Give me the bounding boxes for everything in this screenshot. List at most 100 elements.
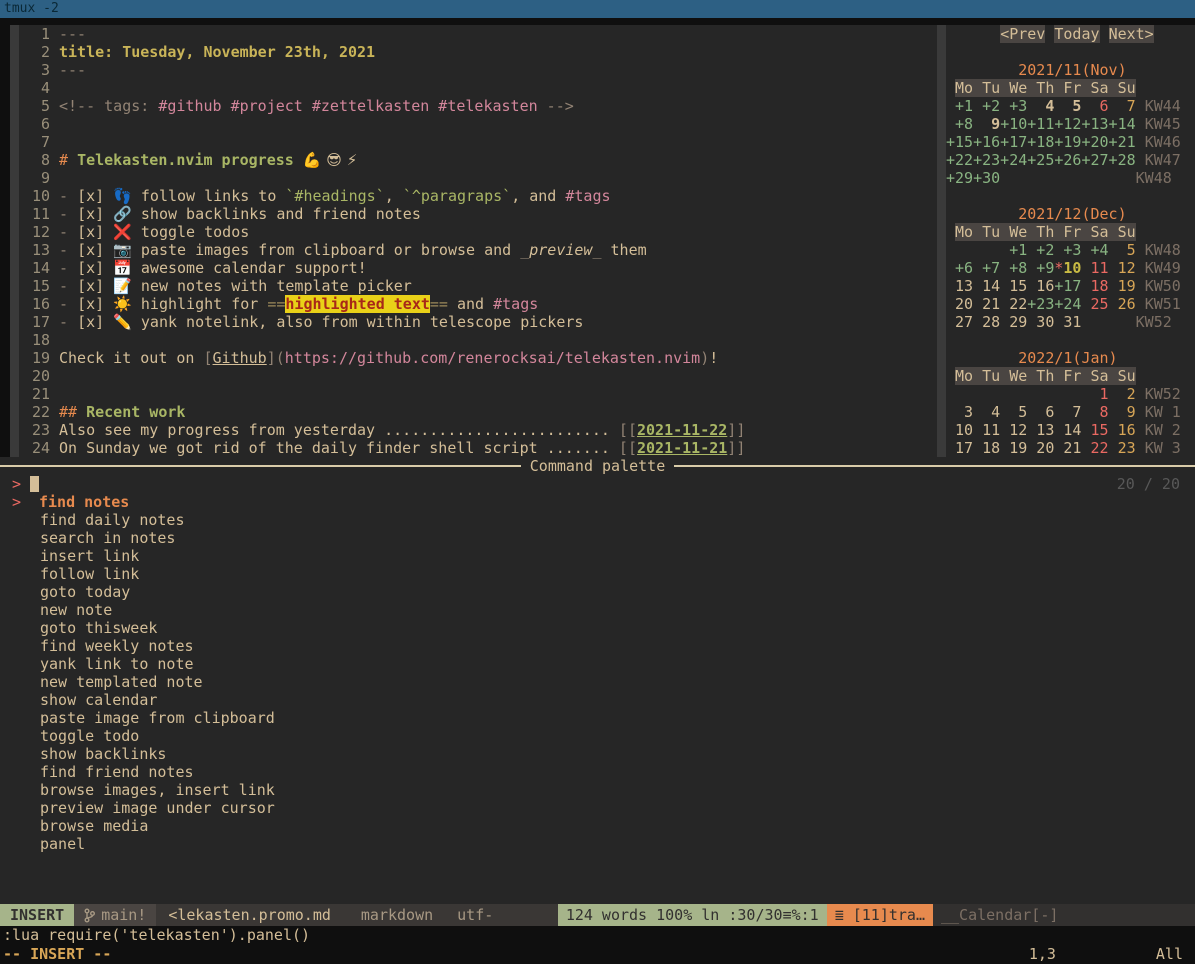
mode-indicator: INSERT bbox=[0, 904, 74, 926]
calendar-week-row[interactable]: +6 +7 +8 +9*10 11 12 KW49 bbox=[946, 259, 1195, 277]
editor-line[interactable]: 1--- bbox=[19, 25, 937, 43]
editor-line[interactable]: 8# Telekasten.nvim progress 💪 😎 ⚡ bbox=[19, 151, 937, 169]
line-number: 8 bbox=[19, 151, 50, 169]
palette-item[interactable]: goto thisweek bbox=[12, 619, 1195, 637]
editor-line[interactable]: 13 - [x] 📷 paste images from clipboard or… bbox=[19, 241, 937, 259]
editor-line[interactable]: 4 bbox=[19, 79, 937, 97]
palette-item[interactable]: goto today bbox=[12, 583, 1195, 601]
calendar-week-row[interactable]: +22+23+24+25+26+27+28 KW47 bbox=[946, 151, 1195, 169]
command-palette-title: Command palette bbox=[530, 457, 665, 475]
palette-item[interactable]: find weekly notes bbox=[12, 637, 1195, 655]
command-line[interactable]: :lua require('telekasten').panel() bbox=[0, 926, 1195, 945]
calendar-week-row[interactable]: 3 4 5 6 7 8 9 KW 1 bbox=[946, 403, 1195, 421]
calendar-week-row[interactable]: 10 11 12 13 14 15 16 KW 2 bbox=[946, 421, 1195, 439]
palette-item[interactable]: show calendar bbox=[12, 691, 1195, 709]
tab-indicator-segment[interactable]: ≣ [11]tra… bbox=[827, 904, 933, 926]
palette-item[interactable]: browse images, insert link bbox=[12, 781, 1195, 799]
line-number: 13 bbox=[19, 241, 50, 259]
palette-item[interactable]: preview image under cursor bbox=[12, 799, 1195, 817]
calendar-sign-column bbox=[937, 25, 946, 457]
editor-line[interactable]: 19Check it out on [Github](https://githu… bbox=[19, 349, 937, 367]
palette-item[interactable]: find daily notes bbox=[12, 511, 1195, 529]
calendar-weekday-header: Mo Tu We Th Fr Sa Su bbox=[946, 367, 1195, 385]
palette-item-list: find daily notessearch in notesinsert li… bbox=[12, 511, 1195, 853]
calendar-week-row[interactable]: 20 21 22+23+24 25 26 KW51 bbox=[946, 295, 1195, 313]
calendar-blank-row bbox=[946, 331, 1195, 349]
calendar-pane[interactable]: <Prev Today Next> 2021/11(Nov) Mo Tu We … bbox=[937, 25, 1195, 457]
today-button[interactable]: Today bbox=[1054, 25, 1099, 43]
cursor-position: 1,3 bbox=[1029, 945, 1056, 964]
palette-item[interactable]: insert link bbox=[12, 547, 1195, 565]
calendar-week-row[interactable]: 27 28 29 30 31 KW52 bbox=[946, 313, 1195, 331]
git-branch-segment: main! bbox=[74, 904, 156, 926]
editor-line[interactable]: 10- [x] 👣 follow links to `#headings`, `… bbox=[19, 187, 937, 205]
palette-item[interactable]: browse media bbox=[12, 817, 1195, 835]
editor-line[interactable]: 24On Sunday we got rid of the daily find… bbox=[19, 439, 937, 457]
editor-line[interactable]: 22## Recent work bbox=[19, 403, 937, 421]
palette-item[interactable]: yank link to note bbox=[12, 655, 1195, 673]
separator-line-right bbox=[674, 465, 1195, 467]
editor-line-text: ## Recent work bbox=[59, 403, 185, 421]
palette-item[interactable]: toggle todo bbox=[12, 727, 1195, 745]
palette-item[interactable]: panel bbox=[12, 835, 1195, 853]
palette-item[interactable]: new note bbox=[12, 601, 1195, 619]
editor-line-text: - [x] 📷 paste images from clipboard or b… bbox=[59, 241, 647, 259]
editor-line[interactable]: 5<!-- tags: #github #project #zettelkast… bbox=[19, 97, 937, 115]
editor-line-text: - [x] ☀️ highlight for ==highlighted tex… bbox=[59, 295, 538, 313]
command-palette[interactable]: > 20 / 20 > find notes find daily notess… bbox=[0, 475, 1195, 904]
editor-line[interactable]: 6 bbox=[19, 115, 937, 133]
palette-item-selected[interactable]: > find notes bbox=[12, 493, 1195, 511]
calendar-week-row[interactable]: 13 14 15 16+17 18 19 KW50 bbox=[946, 277, 1195, 295]
editor-line[interactable]: 11- [x] 🔗 show backlinks and friend note… bbox=[19, 205, 937, 223]
result-counter: 20 / 20 bbox=[1117, 475, 1195, 493]
calendar-week-row[interactable]: +15+16+17+18+19+20+21 KW46 bbox=[946, 133, 1195, 151]
file-name: <lekasten.promo.md bbox=[168, 904, 331, 926]
encoding: utf-8[unix] bbox=[457, 904, 546, 926]
line-number: 2 bbox=[19, 43, 50, 61]
editor-line-text: - [x] ❌ toggle todos bbox=[59, 223, 249, 241]
calendar-week-row[interactable]: +8 9+10+11+12+13+14 KW45 bbox=[946, 115, 1195, 133]
calendar-blank-row bbox=[946, 43, 1195, 61]
calendar-month-title-row: 2021/12(Dec) bbox=[946, 205, 1195, 223]
editor-line[interactable]: 16- [x] ☀️ highlight for ==highlighted t… bbox=[19, 295, 937, 313]
calendar-window-statusline: __Calendar[-] bbox=[933, 904, 1195, 926]
palette-item[interactable]: search in notes bbox=[12, 529, 1195, 547]
palette-item[interactable]: new templated note bbox=[12, 673, 1195, 691]
editor-line[interactable]: 17- [x] ✏️ yank notelink, also from with… bbox=[19, 313, 937, 331]
prompt-caret: > bbox=[12, 475, 21, 493]
editor-line[interactable]: 14- [x] 📅 awesome calendar support! bbox=[19, 259, 937, 277]
statusline: INSERT main! <lekasten.promo.md markdown… bbox=[0, 904, 1195, 926]
editor-line[interactable]: 12- [x] ❌ toggle todos bbox=[19, 223, 937, 241]
bottom-mode-line: -- INSERT -- 1,3 All bbox=[0, 945, 1195, 964]
editor-pane[interactable]: 1---2title: Tuesday, November 23th, 2021… bbox=[10, 25, 937, 457]
next-button[interactable]: Next> bbox=[1109, 25, 1154, 43]
calendar-week-row[interactable]: +1 +2 +3 4 5 6 7 KW44 bbox=[946, 97, 1195, 115]
editor-line[interactable]: 2title: Tuesday, November 23th, 2021 bbox=[19, 43, 937, 61]
editor-line[interactable]: 9 bbox=[19, 169, 937, 187]
calendar-week-row[interactable]: 17 18 19 20 21 22 23 KW 3 bbox=[946, 439, 1195, 457]
palette-item[interactable]: show backlinks bbox=[12, 745, 1195, 763]
prev-button[interactable]: <Prev bbox=[1000, 25, 1045, 43]
calendar-week-row[interactable]: +1 +2 +3 +4 5 KW48 bbox=[946, 241, 1195, 259]
calendar-month-title: 2022/1(Jan) bbox=[1018, 349, 1117, 367]
editor-line[interactable]: 18 bbox=[19, 331, 937, 349]
editor-line[interactable]: 23Also see my progress from yesterday ..… bbox=[19, 421, 937, 439]
palette-item[interactable]: follow link bbox=[12, 565, 1195, 583]
calendar-month-title-row: 2022/1(Jan) bbox=[946, 349, 1195, 367]
editor-line[interactable]: 15- [x] 📝 new notes with template picker bbox=[19, 277, 937, 295]
calendar-week-row[interactable]: +29+30 KW48 bbox=[946, 169, 1195, 187]
line-number: 1 bbox=[19, 25, 50, 43]
editor-line[interactable]: 7 bbox=[19, 133, 937, 151]
palette-prompt-row[interactable]: > 20 / 20 bbox=[12, 475, 1195, 493]
line-number: 21 bbox=[19, 385, 50, 403]
editor-line[interactable]: 21 bbox=[19, 385, 937, 403]
palette-item[interactable]: paste image from clipboard bbox=[12, 709, 1195, 727]
editor-line[interactable]: 3--- bbox=[19, 61, 937, 79]
calendar-week-row[interactable]: 1 2 KW52 bbox=[946, 385, 1195, 403]
editor-line-text: - [x] 📝 new notes with template picker bbox=[59, 277, 412, 295]
palette-item[interactable]: find friend notes bbox=[12, 763, 1195, 781]
editor-line-text: On Sunday we got rid of the daily finder… bbox=[59, 439, 745, 457]
editor-line-text: --- bbox=[59, 61, 86, 79]
line-number: 18 bbox=[19, 331, 50, 349]
editor-line[interactable]: 20 bbox=[19, 367, 937, 385]
